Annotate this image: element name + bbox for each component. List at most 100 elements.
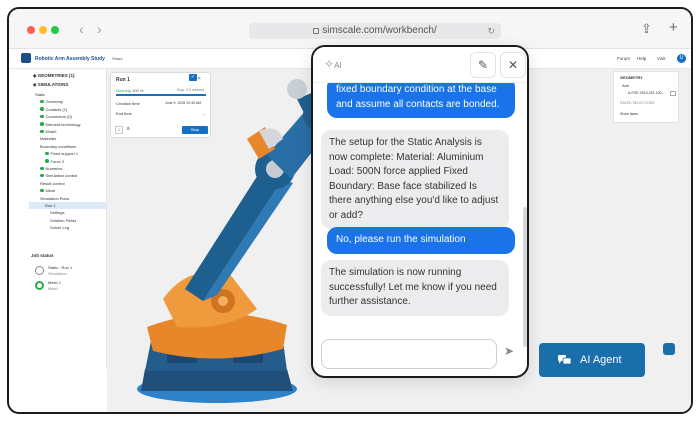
chat-bubbles-icon (558, 355, 571, 365)
new-tab-icon[interactable]: + (669, 19, 678, 36)
check-icon (40, 129, 44, 133)
chevron-left-icon[interactable]: ‹ (79, 21, 84, 37)
send-icon[interactable]: ➤ (504, 344, 514, 358)
user-message: No, please run the simulation (327, 227, 515, 254)
tree-item-label: Element technology (45, 121, 81, 127)
tree-item[interactable]: Mesh (29, 187, 55, 194)
geometries-section[interactable]: ◈ GEOMETRIES (1) (33, 72, 74, 79)
end-time-value: – (203, 111, 206, 116)
tree-item[interactable]: Static (29, 91, 45, 98)
creation-time-value: June 9, 2025 10:40 AM (165, 101, 201, 105)
show-faces-toggle[interactable]: Show faces (620, 112, 638, 116)
help-menu[interactable]: Help (637, 56, 646, 61)
tree-item-label: Boundary conditions (40, 143, 77, 149)
help-icon[interactable] (663, 343, 675, 355)
run-title: Run 1 (116, 77, 130, 83)
tree-item[interactable]: Simulation Runs (29, 195, 69, 202)
confirm-check-icon[interactable]: ✓ (189, 74, 197, 81)
geometry-item-arm[interactable]: Arm (622, 83, 629, 88)
visibility-icon[interactable] (670, 91, 676, 96)
download-icon[interactable]: ↓ (115, 126, 123, 134)
tree-item[interactable]: Model (29, 128, 56, 135)
elapsed-time: Elap: 0:0 minutes (177, 88, 205, 92)
job-item-static-run[interactable]: Static - Run 1 Simulation (33, 264, 105, 278)
geometry-item-part[interactable]: A-FGE-0910-001 100-... (628, 91, 666, 95)
tree-item[interactable]: Element technology (29, 121, 81, 128)
ai-agent-label: AI Agent (580, 354, 622, 366)
share-run-icon[interactable]: ⋔ (126, 126, 130, 132)
tree-item[interactable]: Geometry (29, 98, 63, 105)
check-icon (45, 151, 49, 156)
tree-item-label: Model (45, 129, 57, 134)
check-icon (40, 114, 44, 119)
close-icon[interactable]: ✕ (500, 52, 526, 78)
check-icon (40, 99, 44, 104)
creation-time-label: Creation time (116, 101, 140, 106)
check-icon (45, 159, 49, 163)
tree-item[interactable]: Solver Log (29, 224, 69, 231)
minimize-window-dot[interactable] (39, 26, 47, 34)
tree-item-label: Simulation control (45, 173, 78, 179)
user-message: fixed boundary condition at the base and… (327, 83, 515, 118)
tree-item[interactable]: Contacts (1) (29, 106, 67, 113)
close-icon[interactable]: ✕ (197, 76, 201, 82)
tree-item-label: Force 2 (50, 158, 65, 164)
tree-item-label: Mesh (45, 188, 56, 194)
tree-item-label: Fixed support 1 (50, 151, 79, 157)
tree-item[interactable]: Force 2 (29, 158, 64, 165)
tree-item-label: Solution Fields (50, 217, 77, 223)
check-icon (40, 107, 44, 111)
ai-label: ✧AI (324, 57, 342, 71)
maximize-window-dot[interactable] (51, 26, 59, 34)
chevron-right-icon[interactable]: › (97, 21, 102, 37)
run-status-card: Run 1 ✕ Running 100 % Elap: 0:0 minutes … (110, 72, 211, 138)
tree-item-label: Simulation Runs (40, 195, 70, 201)
tree-item-label: Static (35, 92, 46, 97)
check-icon (40, 188, 44, 193)
simscale-logo (21, 53, 31, 63)
user-menu[interactable]: Visit (657, 56, 665, 61)
tree-item-label: Settings (50, 210, 65, 216)
bot-message: The simulation is now running successful… (321, 260, 509, 316)
chat-scrollbar[interactable] (523, 207, 527, 347)
tree-item[interactable]: Connectors (0) (29, 113, 72, 120)
avatar[interactable]: U (677, 54, 686, 63)
tree-item[interactable]: Solution Fields (29, 217, 76, 224)
job-name: Mesh 1 (48, 280, 62, 285)
edit-icon[interactable]: ✎ (470, 52, 496, 78)
project-title: Robotic Arm Assembly Study (35, 56, 105, 62)
tree-item[interactable]: Simulation control (29, 172, 77, 179)
ai-chat-window: ✧AI ✎ ✕ fixed boundary condition at the … (311, 45, 529, 378)
url-text: simscale.com/workbench/ (322, 25, 437, 36)
stop-button[interactable]: Stop (182, 126, 208, 134)
tree-item[interactable]: Run 1 (29, 202, 107, 209)
bot-message: The setup for the Static Analysis is now… (321, 130, 509, 229)
close-window-dot[interactable] (27, 26, 35, 34)
geometry-selection-panel: GEOMETRY Arm A-FGE-0910-001 100-... SAVE… (613, 71, 679, 123)
simulation-tree-panel: ◈ GEOMETRIES (1) ◈ SIMULATIONS Static Geo… (29, 69, 107, 369)
tree-item[interactable]: Settings (29, 209, 64, 216)
tree-item-label: Result control (40, 180, 65, 186)
ai-agent-button[interactable]: AI Agent (539, 343, 645, 377)
share-button[interactable]: Share (112, 56, 123, 61)
run-status: Running 100 % (116, 88, 144, 93)
check-icon (40, 122, 44, 126)
share-icon[interactable]: ⇪ (641, 21, 652, 37)
tree-item-label: Geometry (45, 99, 64, 105)
reload-icon[interactable]: ↻ (487, 23, 495, 39)
saved-selections-label: SAVED SELECTIONS (620, 101, 655, 105)
forum-link[interactable]: Forum (617, 56, 630, 61)
tree-item[interactable]: Result control (29, 180, 64, 187)
address-bar[interactable]: simscale.com/workbench/ ↻ (249, 23, 501, 39)
end-time-label: End time (116, 111, 132, 116)
tree-item[interactable]: Boundary conditions (29, 143, 76, 150)
check-icon (40, 166, 44, 170)
tree-item[interactable]: Numerics (29, 165, 62, 172)
magic-wand-icon: ✧ (324, 57, 335, 71)
chat-input[interactable] (321, 339, 497, 369)
simulations-section[interactable]: ◈ SIMULATIONS (33, 81, 68, 88)
browser-chrome: ‹ › simscale.com/workbench/ ↻ ⇪ + (9, 9, 691, 49)
tree-item[interactable]: Fixed support 1 (29, 150, 78, 157)
tree-item[interactable]: Materials (29, 135, 56, 142)
job-item-mesh[interactable]: Mesh 1 Mesh (33, 279, 105, 293)
